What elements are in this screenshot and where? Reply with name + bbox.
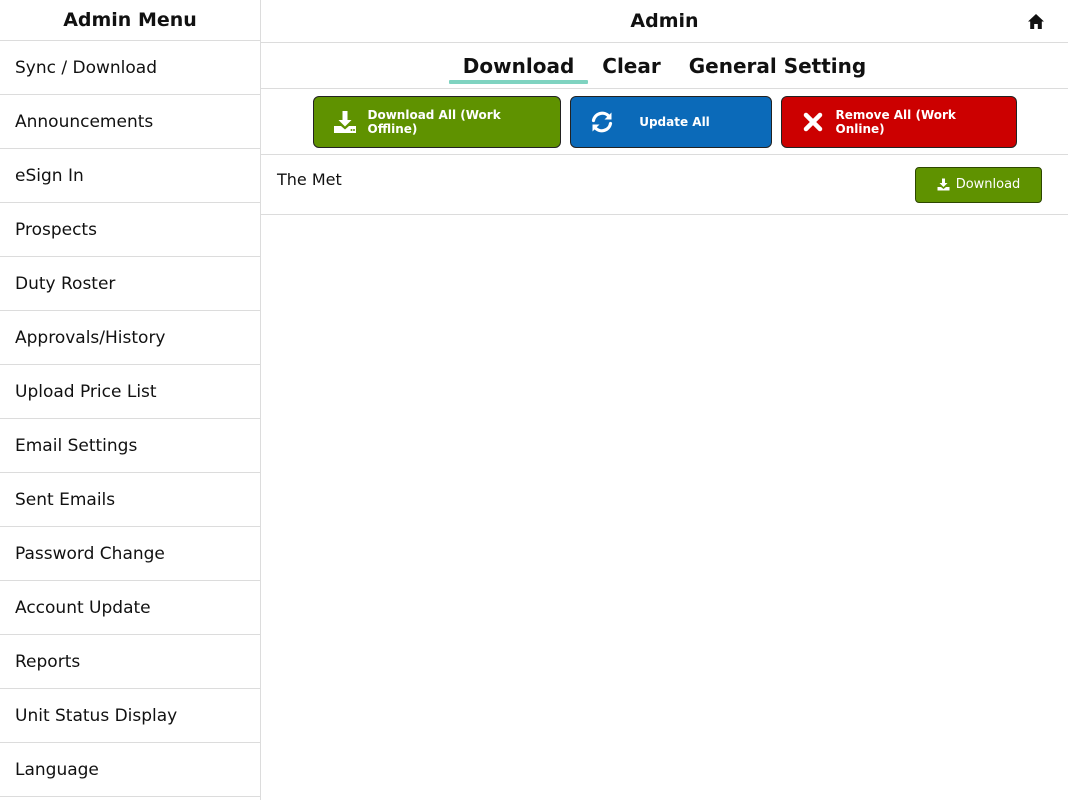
- sidebar-item-label: Duty Roster: [15, 273, 116, 294]
- remove-all-button[interactable]: Remove All (Work Online): [780, 95, 1017, 148]
- list-item: The Met Download: [261, 155, 1068, 215]
- sidebar-title: Admin Menu: [0, 0, 260, 41]
- update-all-label: Update All: [639, 114, 710, 129]
- list-item-name: The Met: [277, 170, 342, 189]
- sidebar-item-label: Reports: [15, 651, 81, 672]
- download-button-label: Download: [955, 177, 1021, 192]
- sidebar-item-approvals-history[interactable]: Approvals/History: [0, 311, 260, 365]
- download-icon: [937, 178, 950, 191]
- home-icon: [1028, 13, 1044, 29]
- remove-all-label: Remove All (Work Online): [835, 107, 956, 136]
- sidebar-item-upload-price-list[interactable]: Upload Price List: [0, 365, 260, 419]
- sidebar-item-label: Unit Status Display: [15, 705, 178, 726]
- sidebar-item-unit-status-display[interactable]: Unit Status Display: [0, 689, 260, 743]
- sidebar: Admin Menu Sync / Download Announcements…: [0, 0, 261, 800]
- download-all-label: Download All (Work Offline): [367, 107, 501, 136]
- sidebar-item-label: Prospects: [15, 219, 97, 240]
- main-panel: Admin Download Clear General Setting Dow: [261, 0, 1068, 800]
- sidebar-item-announcements[interactable]: Announcements: [0, 95, 260, 149]
- sidebar-item-reports[interactable]: Reports: [0, 635, 260, 689]
- tab-label: General Setting: [688, 53, 867, 78]
- update-all-button[interactable]: Update All: [569, 95, 772, 148]
- page-title: Admin: [630, 10, 699, 32]
- top-bar: Admin: [261, 0, 1068, 43]
- tab-bar: Download Clear General Setting: [261, 43, 1068, 89]
- sidebar-item-label: eSign In: [15, 165, 84, 186]
- home-button[interactable]: [1026, 11, 1046, 31]
- download-icon: [333, 110, 356, 133]
- sidebar-item-label: Sent Emails: [15, 489, 116, 510]
- download-all-button[interactable]: Download All (Work Offline): [312, 95, 561, 148]
- download-button[interactable]: Download: [915, 166, 1042, 203]
- sidebar-item-label: Announcements: [15, 111, 154, 132]
- sidebar-item-sent-emails[interactable]: Sent Emails: [0, 473, 260, 527]
- sidebar-item-label: Upload Price List: [15, 381, 157, 402]
- sidebar-item-sync-download[interactable]: Sync / Download: [0, 41, 260, 95]
- sidebar-item-duty-roster[interactable]: Duty Roster: [0, 257, 260, 311]
- sidebar-menu: Sync / Download Announcements eSign In P…: [0, 41, 260, 797]
- tab-label: Clear: [602, 53, 661, 78]
- sidebar-item-password-change[interactable]: Password Change: [0, 527, 260, 581]
- tab-download[interactable]: Download: [448, 43, 589, 88]
- bulk-actions: Download All (Work Offline) Update All R…: [261, 89, 1068, 155]
- sidebar-item-label: Approvals/History: [15, 327, 166, 348]
- tab-label: Download: [462, 53, 575, 78]
- sidebar-item-email-settings[interactable]: Email Settings: [0, 419, 260, 473]
- sidebar-item-language[interactable]: Language: [0, 743, 260, 797]
- app: Admin Menu Sync / Download Announcements…: [0, 0, 1068, 800]
- sidebar-item-label: Language: [15, 759, 99, 780]
- sidebar-item-label: Account Update: [15, 597, 151, 618]
- sidebar-item-prospects[interactable]: Prospects: [0, 203, 260, 257]
- sidebar-item-label: Email Settings: [15, 435, 138, 456]
- refresh-icon: [591, 111, 612, 132]
- tab-clear[interactable]: Clear: [588, 43, 674, 88]
- close-icon: [803, 112, 822, 131]
- sidebar-item-label: Password Change: [15, 543, 165, 564]
- sidebar-item-account-update[interactable]: Account Update: [0, 581, 260, 635]
- sidebar-item-esign-in[interactable]: eSign In: [0, 149, 260, 203]
- sidebar-item-label: Sync / Download: [15, 57, 158, 78]
- tab-general-setting[interactable]: General Setting: [675, 43, 880, 88]
